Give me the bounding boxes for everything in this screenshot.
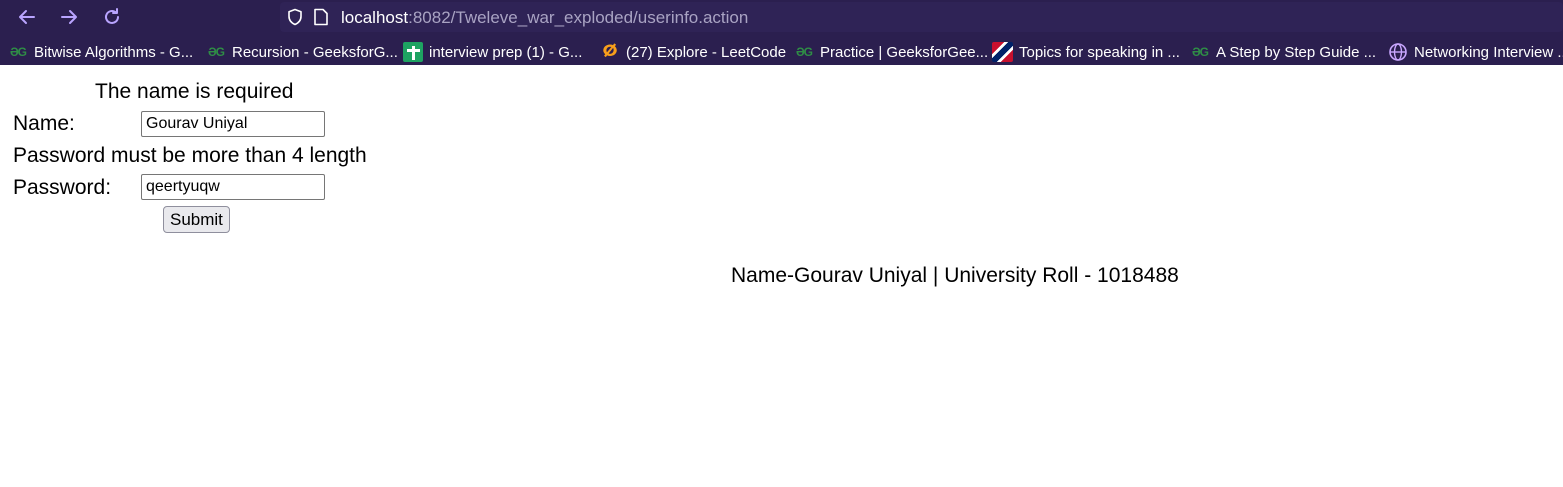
arrow-right-icon: [61, 10, 77, 24]
geeksforgeeks-icon: ƏG: [795, 45, 813, 59]
arrow-left-icon: [19, 10, 35, 24]
address-bar[interactable]: localhost:8082/Tweleve_war_exploded/user…: [280, 2, 1563, 32]
geeksforgeeks-icon: ƏG: [1191, 45, 1209, 59]
page-content: The name is required Name: Password must…: [0, 65, 1563, 487]
geeksforgeeks-icon: ƏG: [9, 45, 27, 59]
bookmark-label: Networking Interview ...: [1414, 43, 1563, 61]
globe-icon: [1389, 43, 1407, 61]
name-error-message: The name is required: [95, 80, 294, 103]
browser-toolbar: localhost:8082/Tweleve_war_exploded/user…: [0, 0, 1563, 34]
password-input[interactable]: [141, 174, 325, 200]
url-host: localhost: [341, 8, 409, 27]
bookmark-label: (27) Explore - LeetCode: [626, 43, 787, 61]
password-error-message: Password must be more than 4 length: [13, 144, 367, 167]
bookmark-label: Bitwise Algorithms - G...: [34, 43, 194, 61]
bookmark-item[interactable]: ƏG Bitwise Algorithms - G...: [8, 42, 193, 62]
bookmark-label: A Step by Step Guide ...: [1216, 43, 1377, 61]
name-input[interactable]: [141, 111, 325, 137]
page-icon[interactable]: [313, 8, 329, 26]
reload-icon: [105, 8, 119, 24]
bookmark-item[interactable]: ƏG Recursion - GeeksforG...: [206, 42, 398, 62]
forward-button[interactable]: [56, 4, 82, 30]
bookmark-label: Recursion - GeeksforG...: [232, 43, 398, 61]
bookmark-label: Topics for speaking in ...: [1019, 43, 1180, 61]
bookmark-item[interactable]: ƏG A Step by Step Guide ...: [1190, 42, 1376, 62]
back-button[interactable]: [14, 4, 40, 30]
url-path: :8082/Tweleve_war_exploded/userinfo.acti…: [408, 8, 749, 27]
shield-icon[interactable]: [286, 8, 304, 26]
bookmark-label: interview prep (1) - G...: [429, 43, 583, 61]
bookmark-item[interactable]: Topics for speaking in ...: [992, 42, 1180, 62]
geeksforgeeks-icon: ƏG: [207, 45, 225, 59]
bookmark-item[interactable]: Networking Interview ...: [1388, 42, 1563, 62]
bookmark-item[interactable]: interview prep (1) - G...: [403, 42, 582, 62]
bookmark-item[interactable]: ⵁ (27) Explore - LeetCode: [600, 42, 786, 62]
uk-flag-icon: [992, 42, 1013, 62]
bookmarks-bar: ƏG Bitwise Algorithms - G... ƏG Recursio…: [0, 38, 1563, 65]
submit-button[interactable]: Submit: [163, 206, 230, 233]
password-label: Password:: [13, 176, 112, 199]
student-info-text: Name-Gourav Uniyal | University Roll - 1…: [731, 264, 1179, 287]
bookmark-item[interactable]: ƏG Practice | GeeksforGee...: [794, 42, 988, 62]
bookmark-label: Practice | GeeksforGee...: [820, 43, 989, 61]
browser-chrome: localhost:8082/Tweleve_war_exploded/user…: [0, 0, 1563, 65]
url-text[interactable]: localhost:8082/Tweleve_war_exploded/user…: [341, 8, 748, 28]
google-sheets-icon: [403, 42, 423, 62]
reload-button[interactable]: [99, 4, 125, 30]
name-label: Name:: [13, 112, 75, 135]
leetcode-icon: ⵁ: [602, 43, 618, 60]
